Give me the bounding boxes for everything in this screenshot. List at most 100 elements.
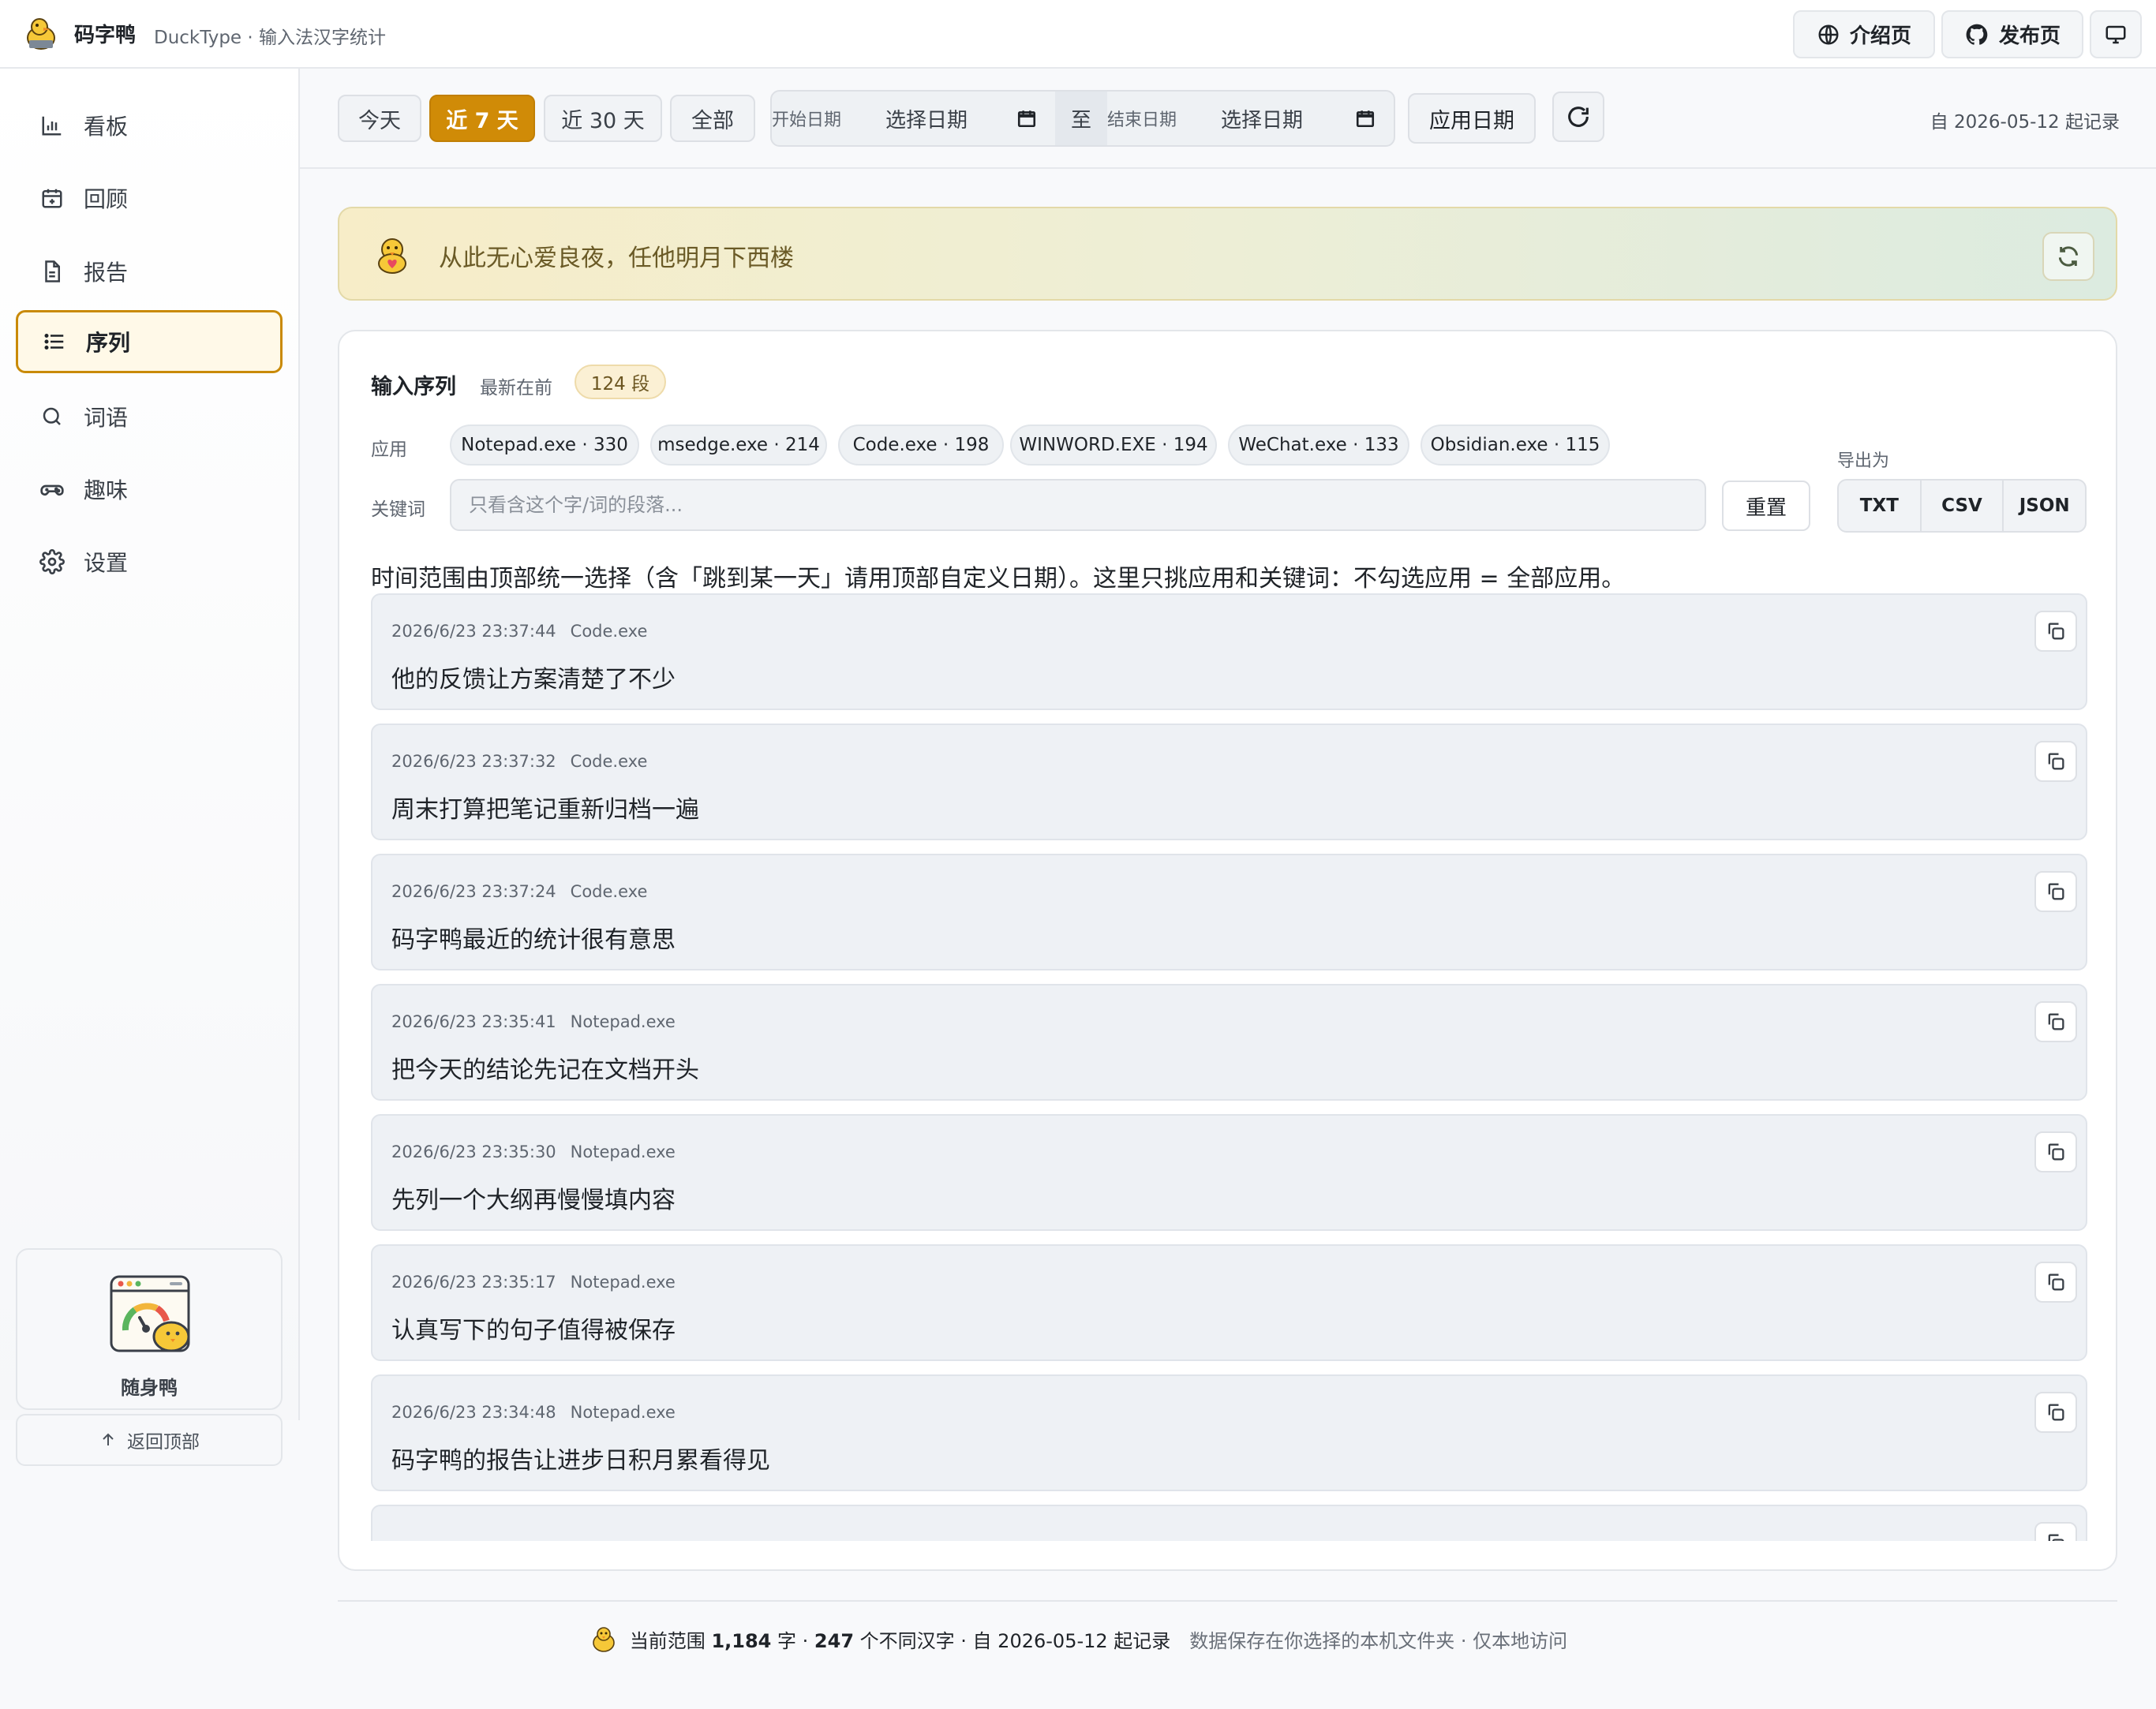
intro-page-button[interactable]: 介绍页 xyxy=(1793,10,1935,58)
sequence-list[interactable]: 2026/6/23 23:37:44 Code.exe 他的反馈让方案清楚了不少 … xyxy=(371,593,2087,1541)
app-chip-obsidian[interactable]: Obsidian.exe · 115 xyxy=(1420,424,1610,466)
start-date-field[interactable]: 开始日期 选择日期 xyxy=(772,92,1055,145)
copy-icon xyxy=(2048,753,2064,770)
keyword-input[interactable] xyxy=(450,479,1706,531)
duck-heart-icon xyxy=(378,238,406,274)
release-page-button[interactable]: 发布页 xyxy=(1941,10,2083,58)
app-chip-wechat[interactable]: WeChat.exe · 133 xyxy=(1228,424,1409,466)
copy-button[interactable] xyxy=(2034,741,2077,782)
list-item: 2026/6/23 23:35:30 Notepad.exe 先列一个大纲再慢慢填… xyxy=(371,1114,2087,1231)
sidebar-item-settings[interactable]: 设置 xyxy=(16,530,283,593)
item-text: 他的反馈让方案清楚了不少 xyxy=(391,666,676,694)
list-icon xyxy=(40,327,69,356)
segment-count-badge: 124 段 xyxy=(575,365,666,399)
range-7-days-button[interactable]: 近 7 天 xyxy=(429,95,535,142)
copy-button[interactable] xyxy=(2034,611,2077,652)
footer-storage-note: 数据保存在你选择的本机文件夹 · 仅本地访问 xyxy=(1189,1629,1568,1652)
sequence-order-label: 最新在前 xyxy=(480,378,552,398)
list-item: 2026/6/23 23:35:41 Notepad.exe 把今天的结论先记在文… xyxy=(371,984,2087,1101)
date-to-label: 至 xyxy=(1055,92,1107,145)
sync-icon xyxy=(2058,246,2079,267)
sidebar-item-fun[interactable]: 趣味 xyxy=(16,458,283,521)
item-time: 2026/6/23 23:35:17 xyxy=(391,1273,556,1292)
reset-button[interactable]: 重置 xyxy=(1722,481,1810,531)
shuffle-quote-button[interactable] xyxy=(2042,232,2094,281)
sidebar-item-label: 报告 xyxy=(84,260,129,286)
item-time: 2026/6/23 23:34:48 xyxy=(391,1403,556,1422)
sidebar-item-sequence[interactable]: 序列 xyxy=(16,310,283,373)
export-txt-button[interactable]: TXT xyxy=(1839,481,1922,531)
item-meta: 2026/6/23 23:35:30 Notepad.exe xyxy=(391,1142,676,1161)
end-date-field[interactable]: 结束日期 选择日期 xyxy=(1107,92,1394,145)
copy-icon xyxy=(2048,1404,2064,1421)
item-app: Code.exe xyxy=(570,882,648,901)
item-meta: 2026/6/23 23:34:48 Notepad.exe xyxy=(391,1403,676,1422)
copy-icon xyxy=(2048,1143,2064,1161)
list-item: 2026/6/23 23:35:17 Notepad.exe 认真写下的句子值得被… xyxy=(371,1244,2087,1361)
gear-icon xyxy=(38,548,66,576)
export-json-button[interactable]: JSON xyxy=(2004,481,2085,531)
app-chip-winword[interactable]: WINWORD.EXE · 194 xyxy=(1010,424,1217,466)
item-meta: 2026/6/23 23:37:44 Code.exe xyxy=(391,622,647,641)
document-icon xyxy=(38,257,66,286)
footer-unique-unit: 个不同汉字 · 自 2026-05-12 起记录 xyxy=(859,1629,1171,1652)
app-chip-msedge[interactable]: msedge.exe · 214 xyxy=(650,424,827,466)
item-app: Code.exe xyxy=(570,622,648,641)
quote-text: 从此无心爱良夜，任他明月下西楼 xyxy=(439,245,794,272)
item-meta: 2026/6/23 23:35:17 Notepad.exe xyxy=(391,1273,676,1292)
footer-divider xyxy=(338,1600,2117,1602)
copy-button[interactable] xyxy=(2034,1001,2077,1042)
item-time: 2026/6/23 23:37:32 xyxy=(391,752,556,771)
sidebar-item-words[interactable]: 词语 xyxy=(16,385,283,448)
copy-button[interactable] xyxy=(2034,1131,2077,1172)
range-30-days-button[interactable]: 近 30 天 xyxy=(544,95,662,142)
keyword-label: 关键词 xyxy=(371,499,425,520)
sidebar-item-dashboard[interactable]: 看板 xyxy=(16,94,283,157)
item-app: Code.exe xyxy=(570,752,648,771)
refresh-button[interactable] xyxy=(1552,92,1604,142)
sidebar-item-label: 设置 xyxy=(84,550,129,576)
copy-button[interactable] xyxy=(2034,1392,2077,1433)
calendar-icon xyxy=(1017,110,1036,128)
item-time: 2026/6/23 23:37:24 xyxy=(391,882,556,901)
sequence-title: 输入序列 xyxy=(371,375,456,399)
copy-icon xyxy=(2048,623,2064,640)
copy-button[interactable] xyxy=(2034,871,2077,912)
copy-icon xyxy=(2048,1273,2064,1291)
sidebar-item-review[interactable]: 回顾 xyxy=(16,166,283,230)
item-text: 认真写下的句子值得被保存 xyxy=(391,1317,676,1344)
filter-hint-text: 时间范围由顶部统一选择（含「跳到某一天」请用顶部自定义日期）。这里只挑应用和关键… xyxy=(371,565,1626,593)
copy-button[interactable] xyxy=(2034,1262,2077,1303)
monitor-icon xyxy=(2105,25,2126,43)
back-to-top-label: 返回顶部 xyxy=(127,1432,200,1453)
sidebar-item-label: 词语 xyxy=(84,405,129,431)
copy-button[interactable] xyxy=(2034,1522,2077,1541)
export-label: 导出为 xyxy=(1837,451,1890,471)
app-filter-label: 应用 xyxy=(371,439,407,460)
copy-icon xyxy=(2048,883,2064,900)
range-all-button[interactable]: 全部 xyxy=(670,95,755,142)
app-chip-code[interactable]: Code.exe · 198 xyxy=(838,424,1004,466)
sidebar-item-label: 序列 xyxy=(86,330,131,356)
list-item-partial xyxy=(371,1505,2087,1541)
duck-icon xyxy=(593,1627,615,1652)
item-text: 周末打算把笔记重新归档一遍 xyxy=(391,796,699,824)
pocket-duck-card[interactable]: 随身鸭 xyxy=(16,1248,283,1410)
intro-page-label: 介绍页 xyxy=(1849,24,1911,48)
item-text: 码字鸭最近的统计很有意思 xyxy=(391,926,676,954)
item-app: Notepad.exe xyxy=(570,1273,676,1292)
item-app: Notepad.exe xyxy=(570,1012,676,1031)
back-to-top-button[interactable]: 返回顶部 xyxy=(16,1414,283,1466)
quote-banner: 从此无心爱良夜，任他明月下西楼 xyxy=(338,207,2117,301)
app-chip-notepad[interactable]: Notepad.exe · 330 xyxy=(450,424,639,466)
display-mode-button[interactable] xyxy=(2090,10,2142,58)
apply-date-button[interactable]: 应用日期 xyxy=(1408,93,1536,144)
footer: 当前范围 1,184 字 · 247 个不同汉字 · 自 2026-05-12 … xyxy=(0,1624,2156,1654)
top-bar: 码字鸭 DuckType · 输入法汉字统计 介绍页 发布页 xyxy=(0,0,2156,69)
item-meta: 2026/6/23 23:37:32 Code.exe xyxy=(391,752,647,771)
range-today-button[interactable]: 今天 xyxy=(338,95,421,142)
sidebar-item-report[interactable]: 报告 xyxy=(16,240,283,303)
app-subtitle: DuckType · 输入法汉字统计 xyxy=(154,28,387,48)
export-csv-button[interactable]: CSV xyxy=(1922,481,2004,531)
footer-stats: 当前范围 1,184 字 · 247 个不同汉字 · 自 2026-05-12 … xyxy=(630,1625,1170,1653)
